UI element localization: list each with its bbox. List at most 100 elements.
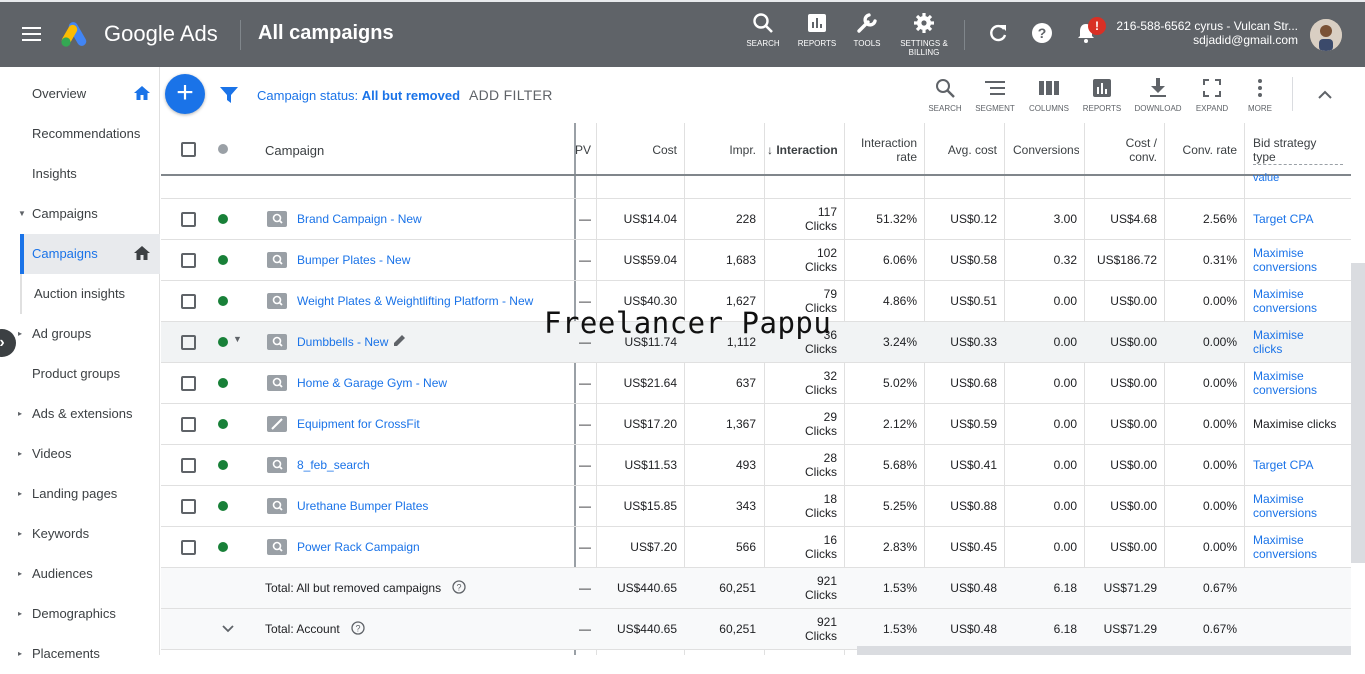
- pv-cell: —: [579, 581, 591, 595]
- campaign-name-link[interactable]: Urethane Bumper Plates: [297, 499, 428, 513]
- interactions-value: 28: [823, 451, 837, 465]
- chevron-down-icon[interactable]: [221, 621, 235, 640]
- bid-strategy-line: Target CPA: [1253, 212, 1314, 226]
- row-checkbox[interactable]: [181, 458, 196, 473]
- bid-strategy-cell[interactable]: Maximise clicks: [1253, 328, 1304, 356]
- sidebar-item-auction-insights[interactable]: Auction insights: [20, 274, 160, 314]
- sidebar-item-product-groups[interactable]: Product groups: [0, 354, 160, 394]
- download-icon: [1150, 78, 1166, 97]
- campaign-name-link[interactable]: Bumper Plates - New: [297, 253, 410, 267]
- bid-strategy-cell[interactable]: Maximise conversions: [1253, 246, 1317, 274]
- row-checkbox[interactable]: [181, 417, 196, 432]
- download-button[interactable]: DOWNLOAD: [1130, 78, 1186, 113]
- row-checkbox[interactable]: [181, 294, 196, 309]
- interactions-header-sorted[interactable]: ↓ Interactions: [767, 143, 837, 157]
- new-campaign-button[interactable]: +: [165, 74, 205, 114]
- status-enabled-dot-icon: [218, 419, 228, 429]
- columns-button[interactable]: COLUMNS: [1021, 78, 1077, 113]
- menu-icon[interactable]: [22, 27, 41, 41]
- row-checkbox[interactable]: [181, 376, 196, 391]
- sidebar-item-audiences[interactable]: ▸ Audiences: [0, 554, 160, 594]
- campaign-name-link[interactable]: Home & Garage Gym - New: [297, 376, 447, 390]
- cost-per-conv-header[interactable]: Cost / conv.: [1087, 136, 1157, 164]
- cost-header[interactable]: Cost: [601, 143, 677, 157]
- sidebar-item-demographics[interactable]: ▸ Demographics: [0, 594, 160, 634]
- sidebar-item-campaigns-group[interactable]: ▼ Campaigns: [0, 194, 160, 234]
- filter-icon[interactable]: [220, 87, 238, 103]
- account-info[interactable]: 216-588-6562 cyrus - Vulcan Str... sdjad…: [1116, 19, 1298, 47]
- vertical-scrollbar[interactable]: [1351, 263, 1365, 563]
- campaign-name-link[interactable]: 8_feb_search: [297, 458, 370, 472]
- campaign-name-link[interactable]: Dumbbells - New: [297, 335, 388, 349]
- cost-cell: US$440.65: [616, 622, 677, 636]
- table-row[interactable]: Power Rack Campaign — US$7.20 566 2.83% US$0.…: [161, 527, 1351, 568]
- table-row[interactable]: Brand Campaign - New — US$14.04 228 51.32% US…: [161, 199, 1351, 240]
- sidebar-item-ad-groups[interactable]: ▸ Ad groups: [0, 314, 160, 354]
- campaign-name-link[interactable]: Power Rack Campaign: [297, 540, 420, 554]
- row-checkbox[interactable]: [181, 212, 196, 227]
- account-email: sdjadid@gmail.com: [1193, 33, 1298, 47]
- row-checkbox[interactable]: [181, 540, 196, 555]
- interaction-rate-header[interactable]: Interaction rate: [847, 136, 917, 164]
- avg-cost-header[interactable]: Avg. cost: [927, 143, 997, 157]
- segment-button[interactable]: SEGMENT: [967, 78, 1023, 113]
- more-button[interactable]: MORE: [1232, 78, 1288, 113]
- row-checkbox[interactable]: [181, 253, 196, 268]
- bid-strategy-cell[interactable]: Target CPA: [1253, 458, 1313, 472]
- edit-pencil-icon[interactable]: [393, 333, 407, 352]
- select-all-checkbox[interactable]: [181, 142, 196, 157]
- horizontal-scrollbar[interactable]: [857, 646, 1351, 655]
- sidebar-item-keywords[interactable]: ▸ Keywords: [0, 514, 160, 554]
- sidebar-item-insights[interactable]: Insights: [0, 154, 160, 194]
- sidebar-item-placements[interactable]: ▸ Placements: [0, 634, 160, 674]
- search-button[interactable]: SEARCH: [733, 12, 793, 48]
- interactions-unit: Clicks: [805, 260, 837, 274]
- conversions-header[interactable]: Conversions: [1013, 143, 1079, 157]
- add-filter-button[interactable]: ADD FILTER: [469, 87, 553, 103]
- table-search-button[interactable]: SEARCH: [917, 78, 973, 113]
- bid-strategy-cell[interactable]: Maximise conversions: [1253, 533, 1317, 561]
- row-checkbox[interactable]: [181, 499, 196, 514]
- caret-right-icon: ▸: [18, 329, 23, 338]
- table-reports-button[interactable]: REPORTS: [1074, 78, 1130, 113]
- bid-strategy-cell[interactable]: Maximise conversions: [1253, 492, 1317, 520]
- campaign-name-link[interactable]: Weight Plates & Weightlifting Platform -…: [297, 294, 533, 308]
- table-row[interactable]: Equipment for CrossFit — US$17.20 1,367 2.12…: [161, 404, 1351, 445]
- status-dropdown-caret-icon[interactable]: ▼: [233, 334, 242, 344]
- campaign-header[interactable]: Campaign: [265, 143, 324, 158]
- avatar[interactable]: [1310, 19, 1342, 51]
- campaign-name-link[interactable]: Brand Campaign - New: [297, 212, 422, 226]
- help-icon[interactable]: ?: [1031, 22, 1053, 44]
- impr-header[interactable]: Impr.: [686, 143, 756, 157]
- sidebar-item-overview[interactable]: Overview: [0, 74, 160, 114]
- conv-rate-header[interactable]: Conv. rate: [1167, 143, 1237, 157]
- tools-button[interactable]: TOOLS: [837, 12, 897, 48]
- chevron-up-icon[interactable]: [1316, 86, 1334, 104]
- sidebar-item-recommendations[interactable]: Recommendations: [0, 114, 160, 154]
- svg-text:?: ?: [355, 624, 360, 634]
- help-circle-icon[interactable]: ?: [452, 580, 466, 599]
- wrench-icon: [857, 13, 877, 33]
- row-checkbox[interactable]: [181, 335, 196, 350]
- table-row[interactable]: Home & Garage Gym - New — US$21.64 637 5.02%…: [161, 363, 1351, 404]
- bid-strategy-cell[interactable]: Maximise conversions: [1253, 287, 1317, 315]
- settings-billing-button[interactable]: SETTINGS & BILLING: [894, 12, 954, 57]
- sidebar-item-ads-extensions[interactable]: ▸ Ads & extensions: [0, 394, 160, 434]
- sidebar-item-landing-pages[interactable]: ▸ Landing pages: [0, 474, 160, 514]
- pv-header[interactable]: PV: [575, 143, 591, 157]
- campaign-status-filter[interactable]: Campaign status: All but removed: [257, 88, 460, 103]
- bid-strategy-cell[interactable]: Target CPA: [1253, 212, 1313, 226]
- status-header-icon: [218, 144, 228, 154]
- refresh-icon[interactable]: [987, 22, 1009, 44]
- table-row[interactable]: Urethane Bumper Plates — US$15.85 343 5.25% U…: [161, 486, 1351, 527]
- sidebar-item-videos[interactable]: ▸ Videos: [0, 434, 160, 474]
- table-row[interactable]: Bumper Plates - New — US$59.04 1,683 6.06% US…: [161, 240, 1351, 281]
- caret-right-icon: ▸: [18, 609, 23, 618]
- campaign-name-link[interactable]: Equipment for CrossFit: [297, 417, 420, 431]
- table-row[interactable]: 8_feb_search — US$11.53 493 5.68% US$0.41 0.00…: [161, 445, 1351, 486]
- bid-strategy-type-header[interactable]: Bid strategy type: [1253, 136, 1343, 165]
- bid-strategy-cell[interactable]: Maximise conversions: [1253, 369, 1317, 397]
- search-icon: [936, 79, 955, 98]
- sidebar-item-campaigns[interactable]: Campaigns: [20, 234, 160, 274]
- help-circle-icon[interactable]: ?: [351, 621, 365, 640]
